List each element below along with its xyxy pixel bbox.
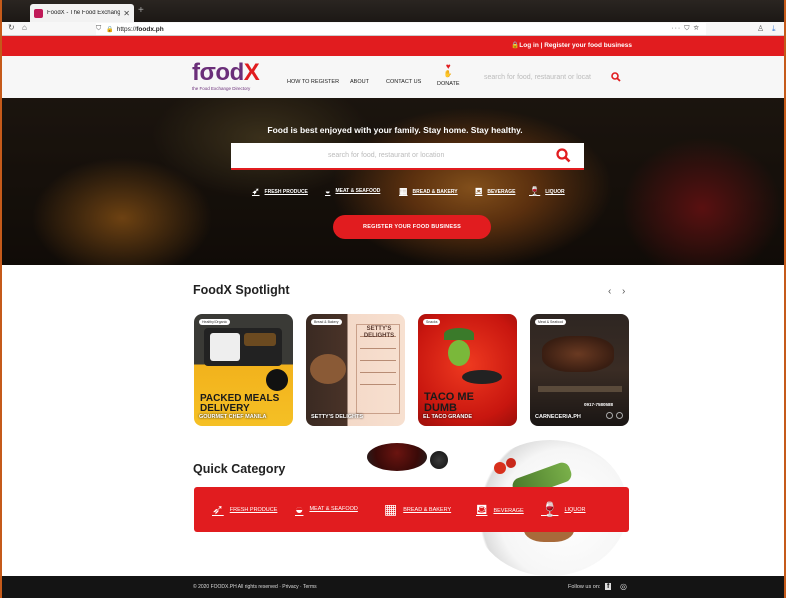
beverage-icon: ⛾ [476, 501, 488, 517]
beverage-icon: ⛾ [475, 186, 483, 196]
produce-icon: ➶ [252, 186, 260, 196]
hero-search-input[interactable]: search for food, restaurant or location [231, 143, 584, 170]
qc-bread-bakery[interactable]: ▦ BREAD & BAKERY [384, 501, 451, 518]
logo-x: X [243, 59, 260, 86]
site-footer: © 2020 FOODX.PH All rights reserved · Pr… [2, 576, 784, 598]
qc-liquor[interactable]: 🍷 LIQUOR [541, 501, 586, 518]
card-badge: Healthy/Organic [199, 319, 231, 325]
spotlight-prev-button[interactable]: ‹ [608, 286, 611, 297]
browser-tab[interactable]: FoodX - The Food Exchange Di ✕ [30, 4, 134, 22]
shield-icon: ⛉ [96, 25, 102, 32]
header-search-input[interactable]: search for food, restaurant or locat [484, 74, 604, 81]
tab-title: FoodX - The Food Exchange Di [47, 10, 121, 16]
spotlight-title: FoodX Spotlight [193, 283, 290, 297]
card-name: SETTY'S DELIGHTS [311, 414, 364, 420]
bread-icon: ▦ [399, 186, 408, 196]
card-name: CARNECERIA.PH [535, 414, 581, 420]
favicon-icon [34, 8, 43, 18]
hero-cat-beverage[interactable]: ⛾ BEVERAGE [475, 186, 515, 198]
produce-icon: ➶ [212, 501, 224, 517]
register-business-button[interactable]: REGISTER YOUR FOOD BUSINESS [333, 215, 491, 239]
nav-donate[interactable]: ♥ ✋ DONATE [437, 62, 460, 88]
card-badge: Snacks [423, 319, 441, 325]
qc-meat-seafood[interactable]: ◒ MEAT & SEAFOOD [295, 501, 358, 517]
liquor-icon: 🍷 [529, 186, 541, 196]
hero-tagline: Food is best enjoyed with your family. S… [267, 125, 523, 135]
card-artwork-text: 0917-7580588 [584, 402, 614, 407]
donate-label: DONATE [437, 81, 460, 87]
nav-how-to-register[interactable]: HOW TO REGISTER [287, 79, 339, 85]
hero-banner: Food is best enjoyed with your family. S… [2, 98, 784, 265]
facebook-icon[interactable]: f [605, 583, 612, 590]
hero-search-placeholder: search for food, restaurant or location [328, 152, 445, 159]
site-header: fσodX the Food Exchange Directory HOW TO… [2, 56, 784, 98]
card-name: EL TACO GRANDE [423, 414, 472, 420]
url-text[interactable]: https://foodx.ph [117, 26, 672, 33]
quick-category-bar: ➶ FRESH PRODUCE ◒ MEAT & SEAFOOD ▦ BREAD & … [194, 487, 629, 532]
footer-follow: Follow us on: [568, 584, 601, 590]
meat-icon: ◒ [325, 186, 331, 196]
browser-window: FoodX - The Food Exchange Di ✕ + ↻ ⌂ ⛉ 🔒… [0, 0, 786, 598]
logo-main: fσod [192, 59, 244, 86]
foodx-logo[interactable]: fσodX the Food Exchange Directory [192, 61, 260, 92]
card-badge: Bread & Bakery [311, 319, 342, 325]
spotlight-next-button[interactable]: › [622, 286, 625, 297]
quick-category-title: Quick Category [193, 462, 286, 476]
hero-cat-fresh-produce[interactable]: ➶ FRESH PRODUCE [252, 186, 308, 197]
liquor-icon: 🍷 [541, 501, 559, 517]
search-icon[interactable] [556, 148, 571, 163]
close-tab-icon[interactable]: ✕ [123, 9, 130, 18]
nav-about[interactable]: ABOUT [350, 79, 369, 85]
qc-beverage[interactable]: ⛾ BEVERAGE [476, 501, 524, 520]
new-tab-button[interactable]: + [138, 5, 144, 16]
card-artwork-text: TACO ME DUMB [424, 391, 474, 414]
tab-bar: FoodX - The Food Exchange Di ✕ + [2, 0, 784, 22]
card-artwork-text: SETTY'S DELIGHTS [363, 326, 395, 339]
card-badge: Meat & Seafood [535, 319, 567, 325]
nav-contact-us[interactable]: CONTACT US [386, 79, 421, 85]
spotlight-card[interactable]: Healthy/Organic PACKED MEALS DELIVERY GO… [194, 314, 293, 426]
reload-icon[interactable]: ↻ [8, 23, 15, 32]
spotlight-card[interactable]: Snacks TACO ME DUMB EL TACO GRANDE [418, 314, 517, 426]
card-artwork-text: PACKED MEALS DELIVERY [200, 393, 280, 414]
bread-icon: ▦ [384, 501, 398, 517]
lock-icon: 🔒 [106, 26, 114, 33]
search-icon[interactable] [611, 72, 621, 82]
heart-icon: ♥ [445, 62, 451, 71]
home-icon[interactable]: ⌂ [22, 23, 27, 32]
qc-fresh-produce[interactable]: ➶ FRESH PRODUCE [212, 501, 277, 518]
address-bar[interactable]: ⛉ 🔒 https://foodx.ph ··· ⛉ ☆ [96, 23, 706, 35]
hero-cat-liquor[interactable]: 🍷 LIQUOR [529, 186, 565, 197]
top-bar: 🔒Log in | Register your food business [2, 36, 784, 56]
bowl-image [367, 443, 427, 471]
url-bar: ↻ ⌂ ⛉ 🔒 https://foodx.ph ··· ⛉ ☆ ♙ ⤓ [2, 22, 784, 36]
account-icon[interactable]: ♙ [757, 24, 764, 33]
login-register-link[interactable]: 🔒Log in | Register your food business [511, 41, 632, 49]
download-icon[interactable]: ⤓ [772, 24, 776, 34]
spotlight-card[interactable]: Meat & Seafood 0917-7580588 CARNECERIA.P… [530, 314, 629, 426]
logo-tagline: the Food Exchange Directory [192, 86, 251, 91]
footer-copyright[interactable]: © 2020 FOODX.PH All rights reserved · Pr… [193, 584, 317, 590]
instagram-icon[interactable]: ◎ [620, 582, 627, 591]
spotlight-card[interactable]: Bread & Bakery SETTY'S DELIGHTS SETTY'S … [306, 314, 405, 426]
card-name: GOURMET CHEF MANILA [199, 414, 267, 420]
hero-cat-meat-seafood[interactable]: ◒ MEAT & SEAFOOD [325, 186, 380, 196]
page-actions-icon[interactable]: ··· ⛉ ☆ [671, 25, 700, 33]
hero-cat-bread-bakery[interactable]: ▦ BREAD & BAKERY [399, 186, 458, 197]
main-content: FoodX Spotlight ‹ › Healthy/Organic PACK… [2, 265, 784, 576]
meat-icon: ◒ [295, 501, 304, 517]
hand-icon: ✋ [443, 71, 453, 78]
pepper-image [430, 451, 448, 469]
